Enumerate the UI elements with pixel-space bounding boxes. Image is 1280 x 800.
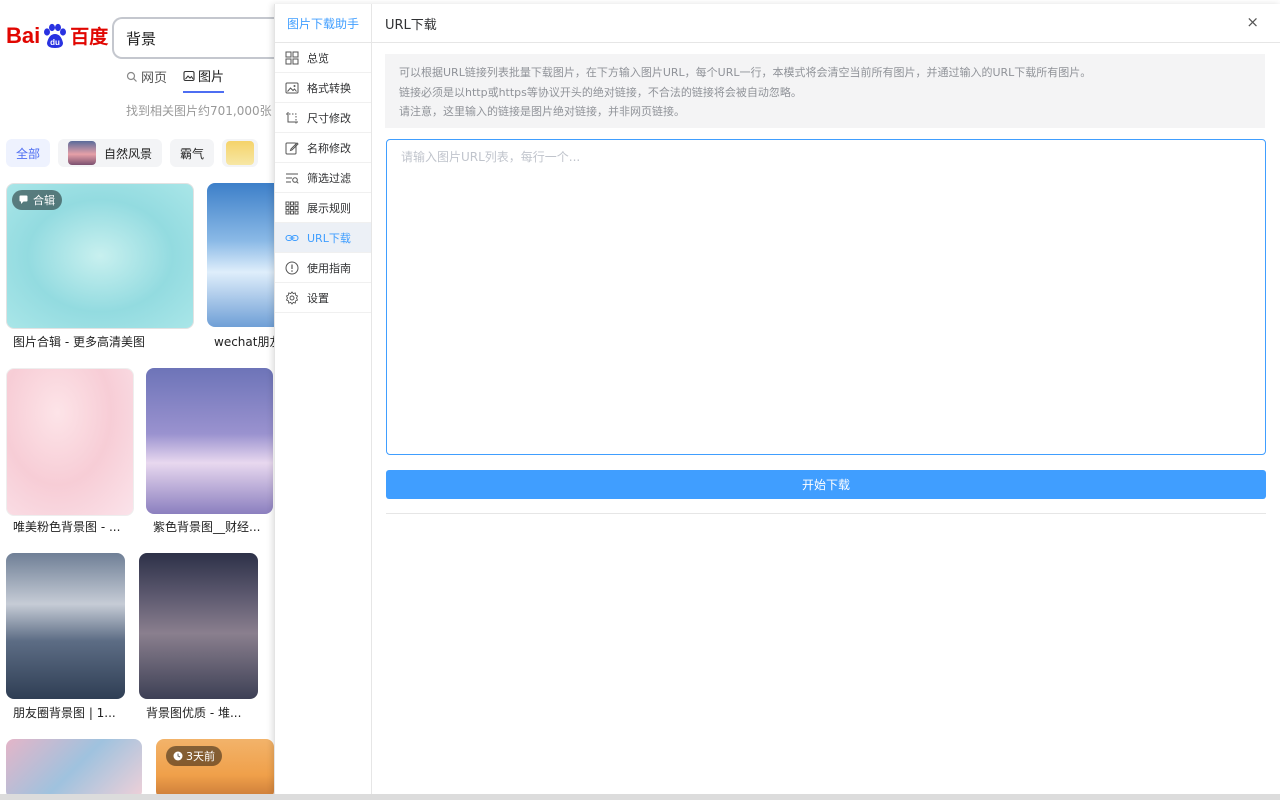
sidebar-item-label: 使用指南	[307, 261, 351, 275]
filter-chips: 全部 自然风景 霸气	[6, 139, 259, 167]
logo-chinese: 百度	[70, 27, 109, 48]
tab-web-label: 网页	[141, 71, 168, 86]
sidebar-item-overview[interactable]: 总览	[275, 43, 371, 73]
filter-chip-label: 全部	[16, 146, 41, 161]
sidebar-item-resize[interactable]: 尺寸修改	[275, 103, 371, 133]
image-result[interactable]	[6, 368, 134, 516]
panel-header: URL下载	[371, 4, 1280, 43]
crop-icon	[286, 111, 298, 124]
close-icon[interactable]: ×	[1246, 13, 1259, 31]
filter-chip-nature[interactable]: 自然风景	[58, 139, 163, 167]
link-icon	[285, 234, 299, 241]
sidebar-item-rename[interactable]: 名称修改	[275, 133, 371, 163]
time-badge: 3天前	[166, 746, 222, 766]
sidebar-item-settings[interactable]: 设置	[275, 283, 371, 313]
url-download-notice: 可以根据URL链接列表批量下载图片，在下方输入图片URL，每个URL一行，本模式…	[385, 54, 1265, 128]
filter-chip-label: 霸气	[180, 146, 205, 161]
sidebar-item-label: 展示规则	[307, 201, 351, 215]
sidebar-item-url-download[interactable]: URL下载	[275, 223, 371, 253]
filter-icon	[286, 173, 299, 184]
panel-brand: 图片下载助手	[275, 4, 371, 43]
sidebar-item-display-rules[interactable]: 展示规则	[275, 193, 371, 223]
filter-chip-all[interactable]: 全部	[6, 139, 51, 167]
start-download-button[interactable]: 开始下载	[386, 470, 1266, 499]
edit-icon	[285, 141, 299, 154]
image-result[interactable]	[139, 553, 258, 699]
sidebar-item-label: 总览	[307, 51, 329, 65]
chat-icon	[19, 195, 28, 204]
image-result[interactable]	[6, 739, 142, 799]
sidebar-item-label: 筛选过滤	[307, 171, 351, 185]
horizontal-scrollbar[interactable]	[0, 794, 1280, 800]
album-badge-label: 合辑	[33, 194, 55, 207]
search-value: 背景	[126, 29, 157, 48]
paw-icon: du	[41, 23, 67, 49]
image-caption: 图片合辑 - 更多高清美图	[13, 335, 145, 349]
clock-icon	[173, 751, 183, 761]
filter-thumbnail	[68, 141, 97, 165]
search-type-tabs: 网页 图片	[126, 66, 225, 93]
search-icon	[126, 71, 137, 82]
time-badge-label: 3天前	[186, 750, 215, 763]
image-caption: wechat朋友	[214, 335, 282, 349]
tab-images-label: 图片	[198, 70, 225, 85]
image-caption: 朋友圈背景图 | 1...	[13, 706, 116, 720]
filter-chip-domineering[interactable]: 霸气	[170, 139, 215, 167]
logo-du: du	[50, 38, 60, 47]
result-count: 找到相关图片约701,000张	[126, 104, 272, 118]
sidebar-item-format-convert[interactable]: 格式转换	[275, 73, 371, 103]
image-result[interactable]	[6, 553, 125, 699]
notice-line: 链接必须是以http或https等协议开头的绝对链接，不合法的链接将会被自动忽略…	[399, 85, 802, 99]
image-result[interactable]	[146, 368, 273, 514]
notice-line: 可以根据URL链接列表批量下载图片，在下方输入图片URL，每个URL一行，本模式…	[399, 66, 1092, 79]
image-caption: 紫色背景图__财经...	[153, 520, 261, 534]
image-icon	[183, 70, 195, 81]
sidebar-item-label: 尺寸修改	[307, 111, 351, 125]
image-icon	[285, 82, 299, 93]
image-downloader-panel: 图片下载助手 总览 格式转换 尺寸修改 名称修改 筛选过滤 展示规则 URL下载	[274, 4, 1280, 794]
filter-chip-more[interactable]	[222, 139, 259, 167]
grid-icon	[285, 51, 299, 64]
baidu-logo[interactable]: Bai du 百度	[6, 22, 108, 49]
sidebar-item-label: 名称修改	[307, 141, 351, 155]
gear-icon	[285, 290, 299, 305]
apps-icon	[285, 201, 299, 214]
sidebar-item-label: 设置	[307, 291, 329, 305]
sidebar-item-label: URL下载	[307, 231, 351, 245]
filter-chip-label: 自然风景	[104, 146, 153, 161]
sidebar-item-guide[interactable]: 使用指南	[275, 253, 371, 283]
tab-images[interactable]: 图片	[183, 66, 225, 93]
sidebar-item-label: 格式转换	[307, 81, 351, 95]
divider	[386, 513, 1266, 514]
image-caption: 唯美粉色背景图 - ...	[13, 520, 121, 534]
logo-text: Bai	[6, 22, 41, 48]
page-title: URL下载	[385, 17, 437, 33]
info-icon	[285, 261, 299, 274]
image-caption: 背景图优质 - 堆...	[146, 706, 242, 720]
tab-web[interactable]: 网页	[126, 66, 167, 93]
panel-sidebar: 图片下载助手 总览 格式转换 尺寸修改 名称修改 筛选过滤 展示规则 URL下载	[275, 4, 372, 794]
sidebar-item-filter[interactable]: 筛选过滤	[275, 163, 371, 193]
url-list-input[interactable]	[386, 139, 1266, 455]
notice-line: 请注意，这里输入的链接是图片绝对链接，并非网页链接。	[399, 105, 685, 118]
filter-thumbnail	[226, 141, 255, 165]
album-badge: 合辑	[12, 190, 62, 210]
